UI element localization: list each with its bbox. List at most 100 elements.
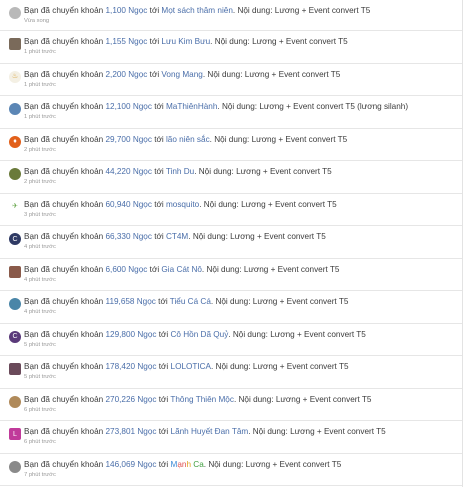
amount-link[interactable]: 129,800 Ngọc <box>106 330 157 339</box>
to-label: tới <box>158 459 169 469</box>
transfer-notification-item[interactable]: Bạn đã chuyển khoản 270,226 Ngọc tới Thô… <box>0 389 462 421</box>
letter-c-icon[interactable]: C <box>9 233 21 245</box>
amount-link[interactable]: 2,200 Ngọc <box>106 70 148 79</box>
transfer-message: Bạn đã chuyển khoản 29,700 Ngọc tới lão … <box>24 134 348 144</box>
recipient-link[interactable]: LOLOTICA <box>171 362 212 371</box>
transfer-message: Bạn đã chuyển khoản 273,801 Ngọc tới Lãn… <box>24 427 386 436</box>
amount-link[interactable]: 44,220 Ngọc <box>106 167 152 176</box>
flame-icon[interactable]: ♦ <box>9 135 21 148</box>
animal-avatar-icon[interactable] <box>9 168 21 180</box>
to-label: tới <box>149 37 160 46</box>
message-prefix: Bạn đã chuyển khoản <box>24 264 104 274</box>
message-prefix: Bạn đã chuyển khoản <box>24 199 104 209</box>
amount-link[interactable]: 178,420 Ngọc <box>106 362 157 371</box>
transfer-message: Bạn đã chuyển khoản 146,069 Ngọc tới Mạn… <box>24 459 342 469</box>
person-photo-icon[interactable] <box>9 7 21 19</box>
amount-link[interactable]: 273,801 Ngọc <box>106 427 157 436</box>
amount-link[interactable]: 270,226 Ngọc <box>106 395 157 404</box>
transfer-notification-item[interactable]: Bạn đã chuyển khoản 12,100 Ngọc tới MaTh… <box>0 96 462 129</box>
transfer-message: Bạn đã chuyển khoản 270,226 Ngọc tới Thô… <box>24 394 372 404</box>
recipient-link[interactable]: lão niên sắc <box>166 135 210 144</box>
amount-link[interactable]: 1,100 Ngọc <box>106 6 148 15</box>
letter-c-icon[interactable]: C <box>9 330 21 343</box>
message-prefix: Bạn đã chuyển khoản <box>24 232 104 241</box>
transfer-notification-item[interactable]: Bạn đã chuyển khoản 6,600 Ngọc tới Gia C… <box>0 259 462 291</box>
message-prefix: Bạn đã chuyển khoản <box>24 167 104 176</box>
transfer-message: Bạn đã chuyển khoản 129,800 Ngọc tới Cô … <box>24 329 366 339</box>
content-label: Nội dung: <box>206 264 242 274</box>
amount-link[interactable]: 1,155 Ngọc <box>106 37 148 46</box>
transfer-feed: Bạn đã chuyển khoản 1,100 Ngọc tới Mọt s… <box>0 0 463 487</box>
transfer-notification-item[interactable]: L Bạn đã chuyển khoản 273,801 Ngọc tới Lã… <box>0 421 462 454</box>
transfer-notification-item[interactable]: ✈ Bạn đã chuyển khoản 60,940 Ngọc tới mos… <box>0 194 462 226</box>
transfer-notification-item[interactable]: ♦ Bạn đã chuyển khoản 29,700 Ngọc tới lão… <box>0 129 462 161</box>
content-label: Nội dung: <box>207 69 243 79</box>
note-text: Lương + Event convert T5 <box>275 394 372 404</box>
amount-link[interactable]: 6,600 Ngọc <box>106 265 148 274</box>
message-prefix: Bạn đã chuyển khoản <box>24 69 104 79</box>
transfer-message: Bạn đã chuyển khoản 2,200 Ngọc tới Vong … <box>24 69 341 79</box>
amount-link[interactable]: 12,100 Ngọc <box>106 102 152 111</box>
note-text: Lương + Event convert T5 (lương silanh) <box>259 102 409 111</box>
recipient-link[interactable]: Tinh Du <box>166 167 194 176</box>
recipient-link[interactable]: Lãnh Huyết Đan Tâm <box>171 427 249 436</box>
amount-link[interactable]: 66,330 Ngọc <box>106 232 152 241</box>
recipient-link[interactable]: Gia Cát Nô <box>161 265 202 274</box>
message-prefix: Bạn đã chuyển khoản <box>24 102 104 111</box>
timestamp: 3 phút trước <box>24 211 56 218</box>
recipient-link[interactable]: MaThiênHành <box>166 102 217 111</box>
person-photo-icon[interactable] <box>9 363 21 375</box>
recipient-link[interactable]: Tiểu Cá Cá <box>170 297 211 306</box>
person-photo-icon[interactable] <box>9 265 21 278</box>
to-label: tới <box>154 134 164 144</box>
content-label: Nội dung: <box>214 134 250 144</box>
transfer-notification-item[interactable]: Bạn đã chuyển khoản 1,100 Ngọc tới Mọt s… <box>0 0 462 31</box>
timestamp: 4 phút trước <box>24 276 56 283</box>
transfer-message: Bạn đã chuyển khoản 12,100 Ngọc tới MaTh… <box>24 102 409 111</box>
person-photo-icon[interactable] <box>9 38 21 50</box>
content-label: Nội dung: <box>192 232 228 241</box>
candle-icon[interactable]: ♨ <box>9 70 21 83</box>
amount-link[interactable]: 146,069 Ngọc <box>106 460 157 469</box>
to-label: tới <box>154 232 164 241</box>
group-avatar-icon[interactable] <box>9 395 21 408</box>
transfer-notification-item[interactable]: C Bạn đã chuyển khoản 129,800 Ngọc tới Cô… <box>0 324 462 356</box>
anime-avatar-icon[interactable] <box>9 103 21 115</box>
content-label: Nội dung: <box>238 394 274 404</box>
recipient-link[interactable]: Cô Hồn Dã Quỷ <box>171 330 229 339</box>
transfer-notification-item[interactable]: Bạn đã chuyển khoản 1,155 Ngọc tới Lưu K… <box>0 31 462 64</box>
message-prefix: Bạn đã chuyển khoản <box>24 394 104 404</box>
amount-link[interactable]: 60,940 Ngọc <box>106 200 152 209</box>
fish-avatar-icon[interactable] <box>9 298 21 310</box>
amount-link[interactable]: 29,700 Ngọc <box>106 135 152 144</box>
note-text: Lương + Event convert T5 <box>252 297 349 306</box>
message-prefix: Bạn đã chuyển khoản <box>24 459 104 469</box>
timestamp: 5 phút trước <box>24 374 56 380</box>
transfer-notification-item[interactable]: Bạn đã chuyển khoản 178,420 Ngọc tới LOL… <box>0 356 462 389</box>
transfer-notification-item[interactable]: Bạn đã chuyển khoản 119,658 Ngọc tới Tiể… <box>0 291 462 324</box>
message-prefix: Bạn đã chuyển khoản <box>24 6 104 15</box>
content-label: Nội dung: <box>198 167 234 176</box>
transfer-message: Bạn đã chuyển khoản 60,940 Ngọc tới mosq… <box>24 199 337 209</box>
transfer-notification-item[interactable]: Bạn đã chuyển khoản 44,220 Ngọc tới Tinh… <box>0 161 462 194</box>
person-photo-icon[interactable] <box>9 460 21 473</box>
letter-l-icon[interactable]: L <box>9 428 21 440</box>
recipient-link[interactable]: Thông Thiên Mộc <box>170 395 234 404</box>
recipient-link[interactable]: Lưu Kim Bưu <box>161 37 210 46</box>
transfer-message: Bạn đã chuyển khoản 1,100 Ngọc tới Mọt s… <box>24 6 371 15</box>
transfer-notification-item[interactable]: ♨ Bạn đã chuyển khoản 2,200 Ngọc tới Vong… <box>0 64 462 96</box>
transfer-message: Bạn đã chuyển khoản 1,155 Ngọc tới Lưu K… <box>24 37 348 46</box>
recipient-link[interactable]: CT4M <box>166 232 188 241</box>
transfer-notification-item[interactable]: C Bạn đã chuyển khoản 66,330 Ngọc tới CT4… <box>0 226 462 259</box>
transfer-notification-item[interactable]: Bạn đã chuyển khoản 146,069 Ngọc tới Mạn… <box>0 454 462 486</box>
transfer-message: Bạn đã chuyển khoản 119,658 Ngọc tới Tiể… <box>24 297 349 306</box>
recipient-link[interactable]: Mạnh Ca <box>171 460 204 469</box>
content-label: Nội dung: <box>232 329 268 339</box>
timestamp: 4 phút trước <box>24 309 56 315</box>
recipient-link[interactable]: Mọt sách thâm niên <box>161 6 232 15</box>
amount-link[interactable]: 119,658 Ngọc <box>106 297 156 306</box>
recipient-link[interactable]: mosquito <box>166 200 199 209</box>
recipient-link[interactable]: Vong Mang <box>161 70 202 79</box>
mosquito-icon[interactable]: ✈ <box>9 200 21 213</box>
timestamp: 1 phút trước <box>24 81 56 88</box>
